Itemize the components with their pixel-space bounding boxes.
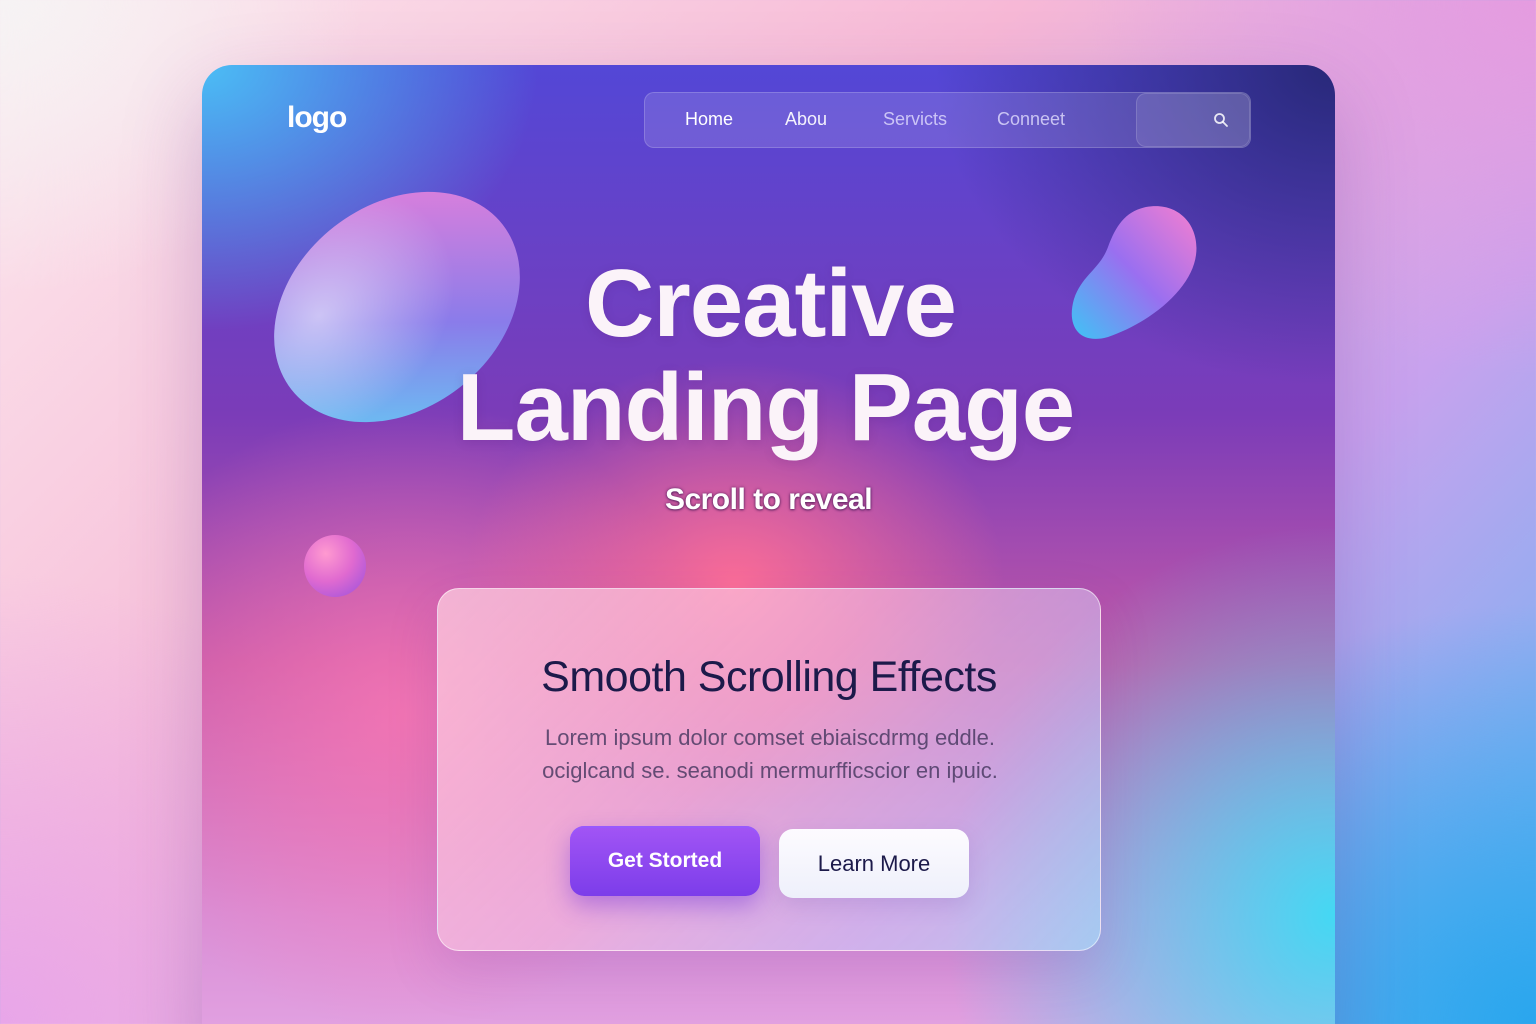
card-body-text: Lorem ipsum dolor comset ebiaiscdrmg edd… — [498, 721, 1042, 787]
nav-item-about[interactable]: Abou — [785, 109, 827, 130]
nav-item-connect[interactable]: Conneet — [997, 109, 1065, 130]
feature-card: Smooth Scrolling Effects Lorem ipsum dol… — [437, 588, 1101, 951]
learn-more-button[interactable]: Learn More — [779, 829, 969, 898]
card-title: Smooth Scrolling Effects — [541, 653, 997, 701]
card-body-line1: Lorem ipsum dolor comset ebiaiscdrmg edd… — [545, 725, 995, 750]
landing-page-panel: logo Home Abou Servicts Conneet Creative… — [202, 65, 1335, 1024]
nav-item-services[interactable]: Servicts — [883, 109, 947, 130]
hero-title-line1: Creative — [585, 250, 957, 357]
small-sphere-shape — [304, 535, 366, 597]
logo[interactable]: logo — [287, 101, 347, 135]
get-started-button[interactable]: Get Storted — [570, 826, 760, 896]
nav-item-home[interactable]: Home — [685, 109, 733, 130]
hero-subtitle: Scroll to reveal — [664, 483, 873, 516]
card-body-line2: ociglcand se. seanodi mermurfficscior en… — [542, 758, 998, 783]
search-input[interactable] — [1136, 93, 1250, 147]
main-nav: Home Abou Servicts Conneet — [644, 92, 1251, 148]
search-icon[interactable] — [1213, 112, 1229, 128]
hero-title-line2: Landing Page — [456, 354, 1075, 461]
